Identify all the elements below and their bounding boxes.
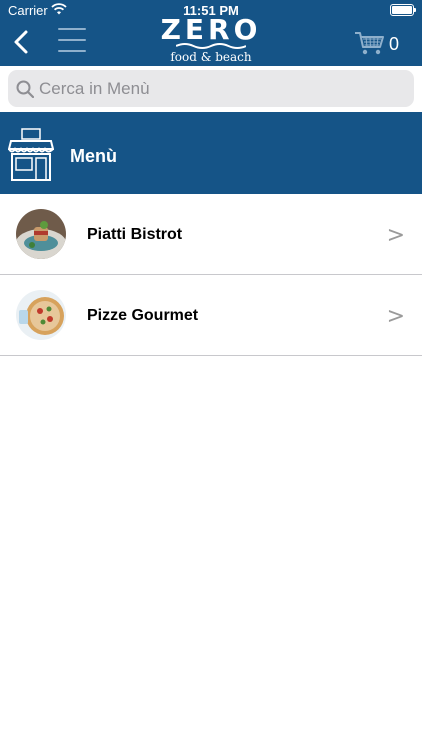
menu-list: Piatti Bistrot > Pizze Gourmet > [0, 194, 422, 356]
section-header: Menù [0, 112, 422, 194]
search-area [0, 66, 422, 112]
search-input[interactable] [39, 78, 339, 99]
shopping-cart-icon[interactable] [354, 30, 386, 56]
section-title: Menù [70, 146, 117, 166]
item-label: Piatti Bistrot [87, 226, 183, 243]
bistrot-dish-image [16, 209, 66, 259]
chevron-right-icon: > [386, 304, 405, 329]
item-label: Pizze Gourmet [87, 307, 199, 324]
list-item-pizze-gourmet[interactable]: Pizze Gourmet > [0, 275, 422, 356]
storefront-icon [8, 128, 54, 181]
cart-count[interactable]: 0 [389, 34, 399, 55]
chevron-right-icon: > [386, 223, 405, 248]
search-icon [16, 80, 34, 98]
list-item-piatti-bistrot[interactable]: Piatti Bistrot > [0, 194, 422, 275]
top-bar: Carrier 11:51 PM ZERO food & beach 0 [0, 0, 422, 66]
search-bar[interactable] [8, 70, 414, 107]
battery-icon [390, 4, 416, 16]
pizza-image [16, 290, 66, 340]
